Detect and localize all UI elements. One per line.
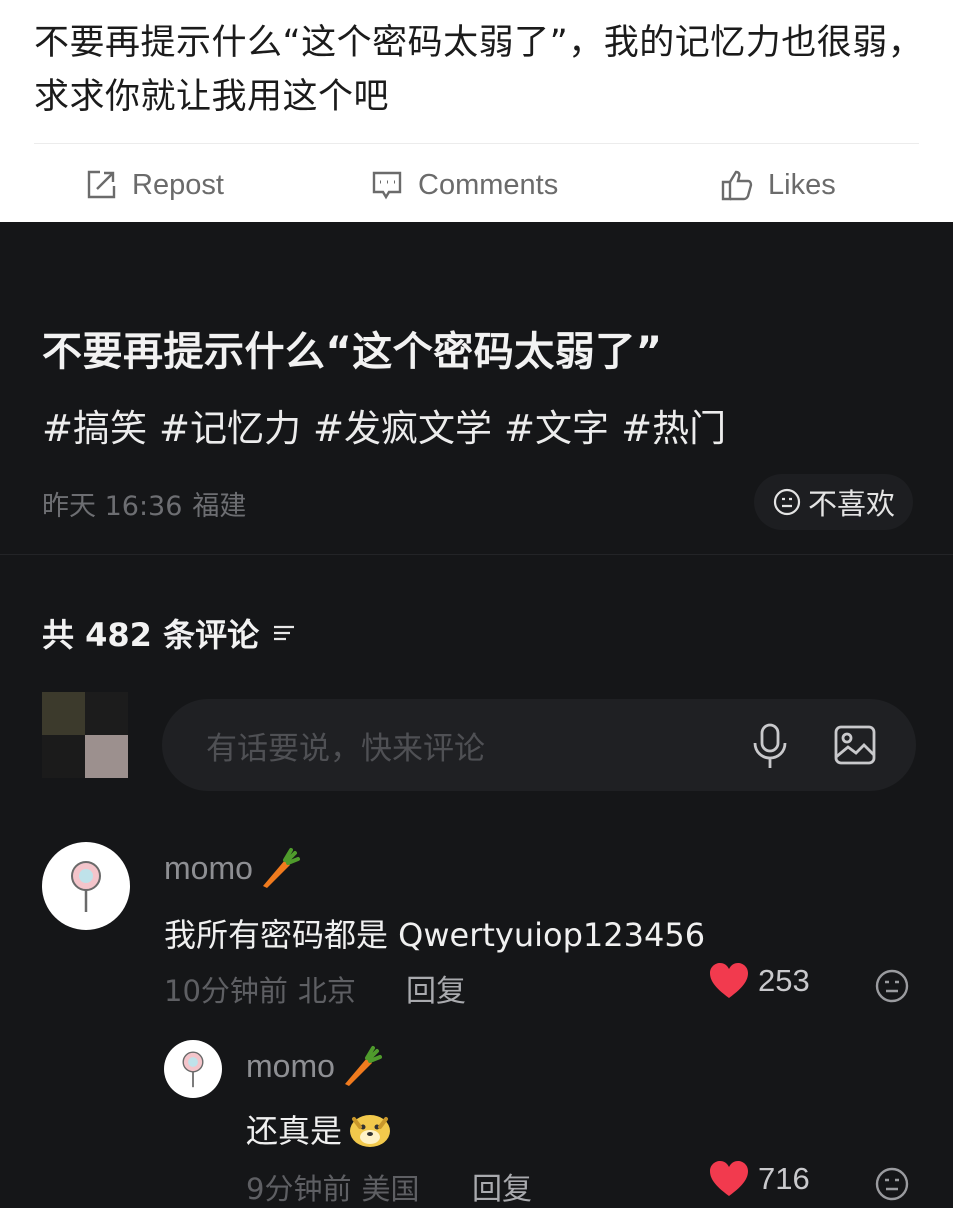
like-button[interactable]: 716 xyxy=(708,1160,810,1198)
heart-icon xyxy=(710,963,748,998)
lollipop-avatar-icon xyxy=(182,1051,204,1088)
comment-text-row: 还真是 xyxy=(246,1106,394,1152)
tag[interactable]: #搞笑 xyxy=(42,398,147,452)
likes-button[interactable]: Likes xyxy=(720,160,836,210)
tag-list: #搞笑 #记忆力 #发疯文学 #文字 #热门 xyxy=(42,398,726,452)
avatar xyxy=(42,692,128,778)
post-meta: 昨天 16:36 福建 xyxy=(42,484,246,523)
comment-input-placeholder: 有话要说，快来评论 xyxy=(206,731,485,767)
comment-sort-toggle[interactable]: 共 482 条评论 xyxy=(42,610,299,656)
likes-label: Likes xyxy=(768,168,836,201)
video-title: 不要再提示什么“这个密码太弱了” xyxy=(42,329,663,375)
repost-button[interactable]: Repost xyxy=(84,160,224,210)
divider xyxy=(0,554,953,555)
meh-face-icon xyxy=(773,488,801,516)
comments-button[interactable]: Comments xyxy=(370,160,558,210)
image-icon[interactable] xyxy=(832,723,878,767)
tag[interactable]: #热门 xyxy=(621,398,726,452)
dislike-icon[interactable] xyxy=(874,968,910,1004)
comments-label: Comments xyxy=(418,168,559,201)
like-count: 253 xyxy=(758,963,810,998)
video-detail-panel: 不要再提示什么“这个密码太弱了” #搞笑 #记忆力 #发疯文学 #文字 #热门 … xyxy=(0,222,953,1207)
post-location: 福建 xyxy=(192,491,247,522)
tag[interactable]: #记忆力 xyxy=(159,398,301,452)
heart-icon xyxy=(710,1161,748,1196)
lollipop-avatar-icon xyxy=(71,861,101,912)
post-card: 不要再提示什么“这个密码太弱了”，我的记忆力也很弱，求求你就让我用这个吧 Rep… xyxy=(0,0,953,222)
comment-username[interactable]: momo xyxy=(164,846,301,890)
comment-input[interactable]: 有话要说，快来评论 xyxy=(162,699,916,791)
comment-text: 我所有密码都是 Qwertyuiop123456 xyxy=(164,916,706,954)
microphone-icon[interactable] xyxy=(750,721,790,771)
thumbs-up-icon xyxy=(721,170,753,201)
comment-icon xyxy=(372,171,402,200)
divider xyxy=(34,143,919,144)
like-count: 716 xyxy=(758,1161,810,1196)
repost-icon xyxy=(87,170,116,199)
comment-time: 9分钟前 xyxy=(246,1172,352,1206)
comment-time: 10分钟前 xyxy=(164,974,288,1008)
comment-location: 北京 xyxy=(297,974,356,1008)
carrot-icon xyxy=(262,848,300,888)
comment-location: 美国 xyxy=(361,1172,420,1206)
comment-count: 共 482 条评论 xyxy=(42,616,260,654)
comment-text: 还真是 xyxy=(246,1112,343,1150)
sort-icon xyxy=(274,625,295,641)
post-text: 不要再提示什么“这个密码太弱了”，我的记忆力也很弱，求求你就让我用这个吧 xyxy=(34,23,924,117)
dog-emoji-icon xyxy=(350,1115,391,1147)
reply-button[interactable]: 回复 xyxy=(406,966,466,1010)
comment-username[interactable]: momo xyxy=(246,1044,383,1088)
dislike-button[interactable]: 不喜欢 xyxy=(754,474,914,530)
dislike-icon[interactable] xyxy=(874,1166,910,1202)
tag[interactable]: #文字 xyxy=(504,398,609,452)
avatar[interactable] xyxy=(42,842,130,930)
like-button[interactable]: 253 xyxy=(708,962,810,1000)
avatar[interactable] xyxy=(164,1040,222,1098)
post-time: 昨天 16:36 xyxy=(42,491,183,522)
comment-meta: 10分钟前 北京 xyxy=(164,968,356,1010)
comment-meta: 9分钟前 美国 xyxy=(246,1166,419,1208)
repost-label: Repost xyxy=(132,168,224,201)
dislike-label: 不喜欢 xyxy=(808,487,896,521)
carrot-icon xyxy=(344,1046,382,1086)
reply-button[interactable]: 回复 xyxy=(472,1164,532,1208)
tag[interactable]: #发疯文学 xyxy=(313,398,492,452)
